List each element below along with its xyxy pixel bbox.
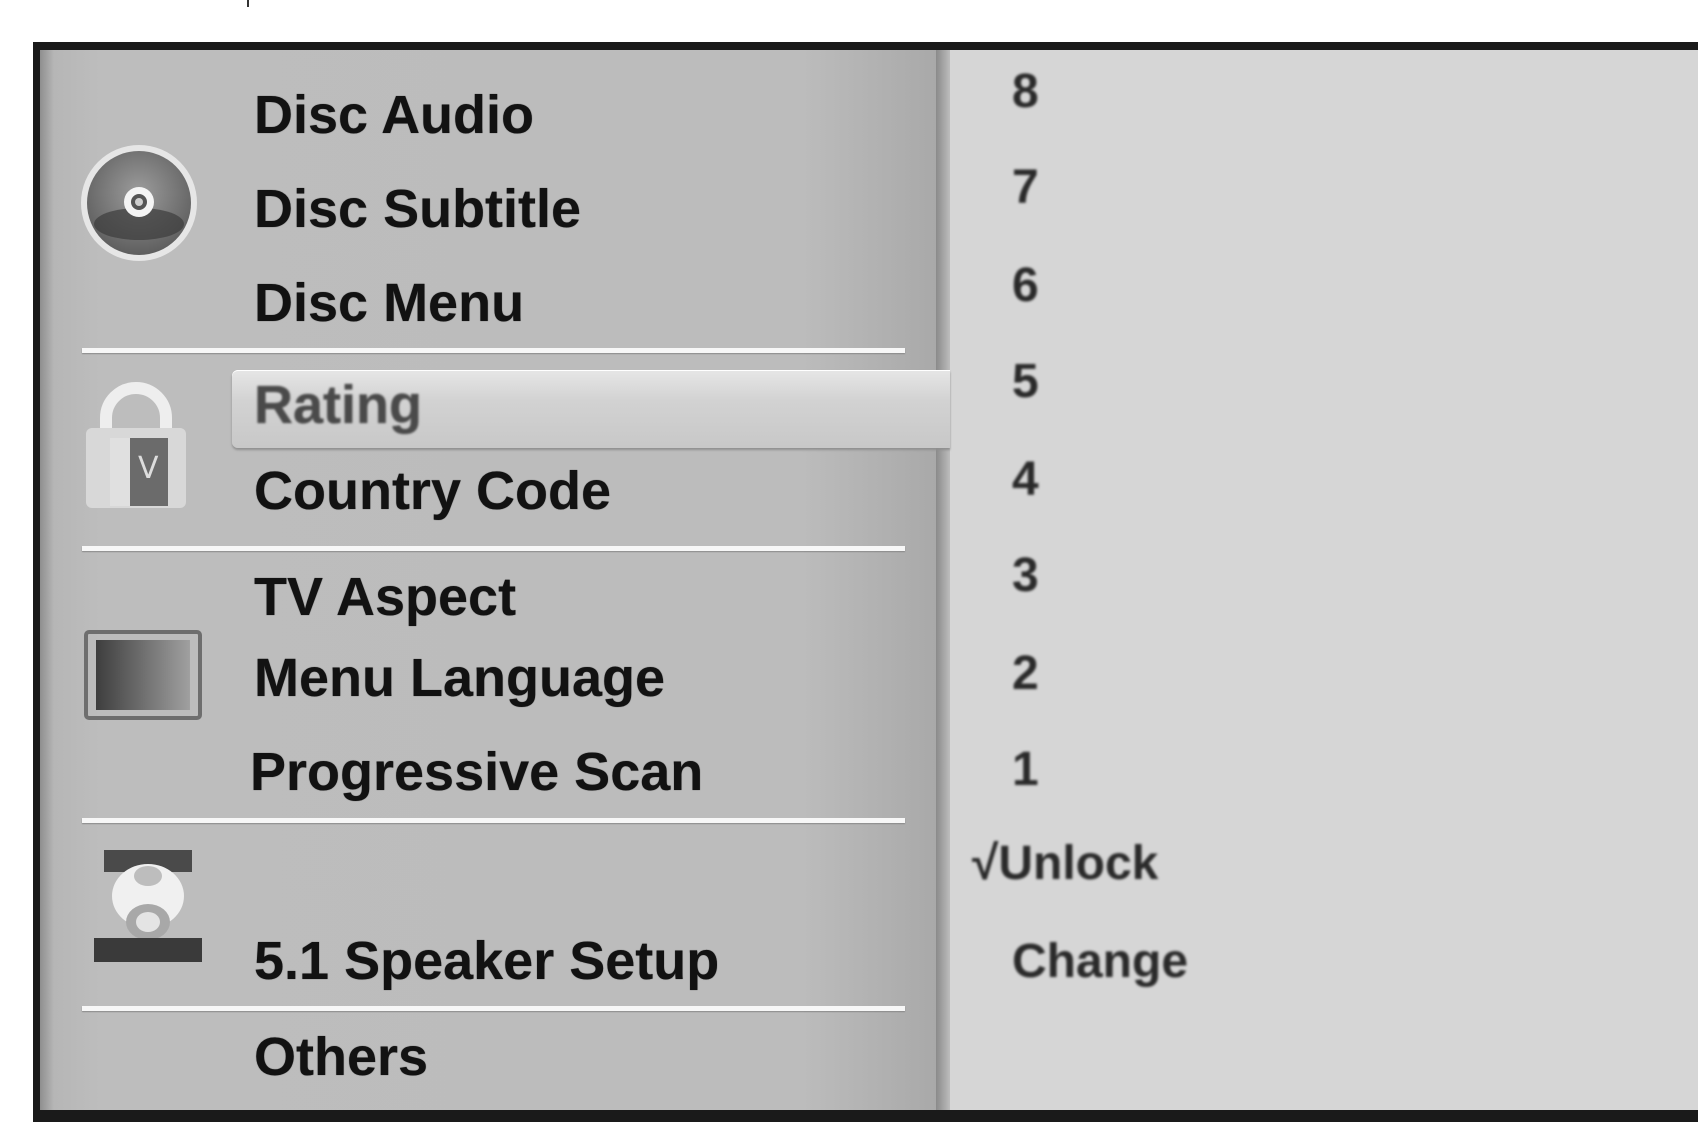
menu-divider	[82, 818, 905, 823]
lock-icon: V	[86, 382, 186, 508]
speaker-icon	[94, 850, 202, 962]
menu-divider	[82, 348, 905, 353]
menu-divider	[82, 546, 905, 551]
menu-item-disc-menu[interactable]: Disc Menu	[254, 276, 524, 330]
menu-item-country-code[interactable]: Country Code	[254, 464, 611, 518]
menu-item-others[interactable]: Others	[254, 1030, 428, 1084]
unlock-label: Unlock	[998, 837, 1159, 890]
menu-item-menu-language[interactable]: Menu Language	[254, 651, 665, 705]
rating-option[interactable]: 6	[1012, 262, 1039, 310]
svg-text:V: V	[138, 451, 159, 486]
rating-option[interactable]: 1	[1012, 746, 1039, 794]
rating-option[interactable]: 3	[1012, 552, 1039, 600]
menu-item-speaker-setup[interactable]: 5.1 Speaker Setup	[254, 934, 719, 988]
menu-item-tv-aspect[interactable]: TV Aspect	[254, 570, 516, 624]
top-tick-mark	[247, 0, 249, 7]
rating-option[interactable]: 7	[1012, 164, 1039, 212]
rating-option[interactable]: 8	[1012, 68, 1039, 116]
rating-option[interactable]: 2	[1012, 650, 1039, 698]
menu-item-rating[interactable]: Rating	[254, 378, 422, 432]
rating-option-unlock[interactable]: √Unlock	[972, 840, 1158, 888]
disc-icon	[81, 145, 197, 261]
tv-icon	[84, 630, 202, 720]
rating-option[interactable]: 4	[1012, 456, 1039, 504]
menu-item-disc-audio[interactable]: Disc Audio	[254, 88, 534, 142]
menu-item-progressive-scan[interactable]: Progressive Scan	[250, 745, 703, 799]
menu-item-disc-subtitle[interactable]: Disc Subtitle	[254, 182, 581, 236]
checkmark-icon: √	[972, 837, 999, 890]
rating-option-change[interactable]: Change	[1012, 938, 1188, 986]
menu-divider	[82, 1006, 905, 1011]
rating-option[interactable]: 5	[1012, 358, 1039, 406]
panel-edge	[936, 50, 950, 1110]
